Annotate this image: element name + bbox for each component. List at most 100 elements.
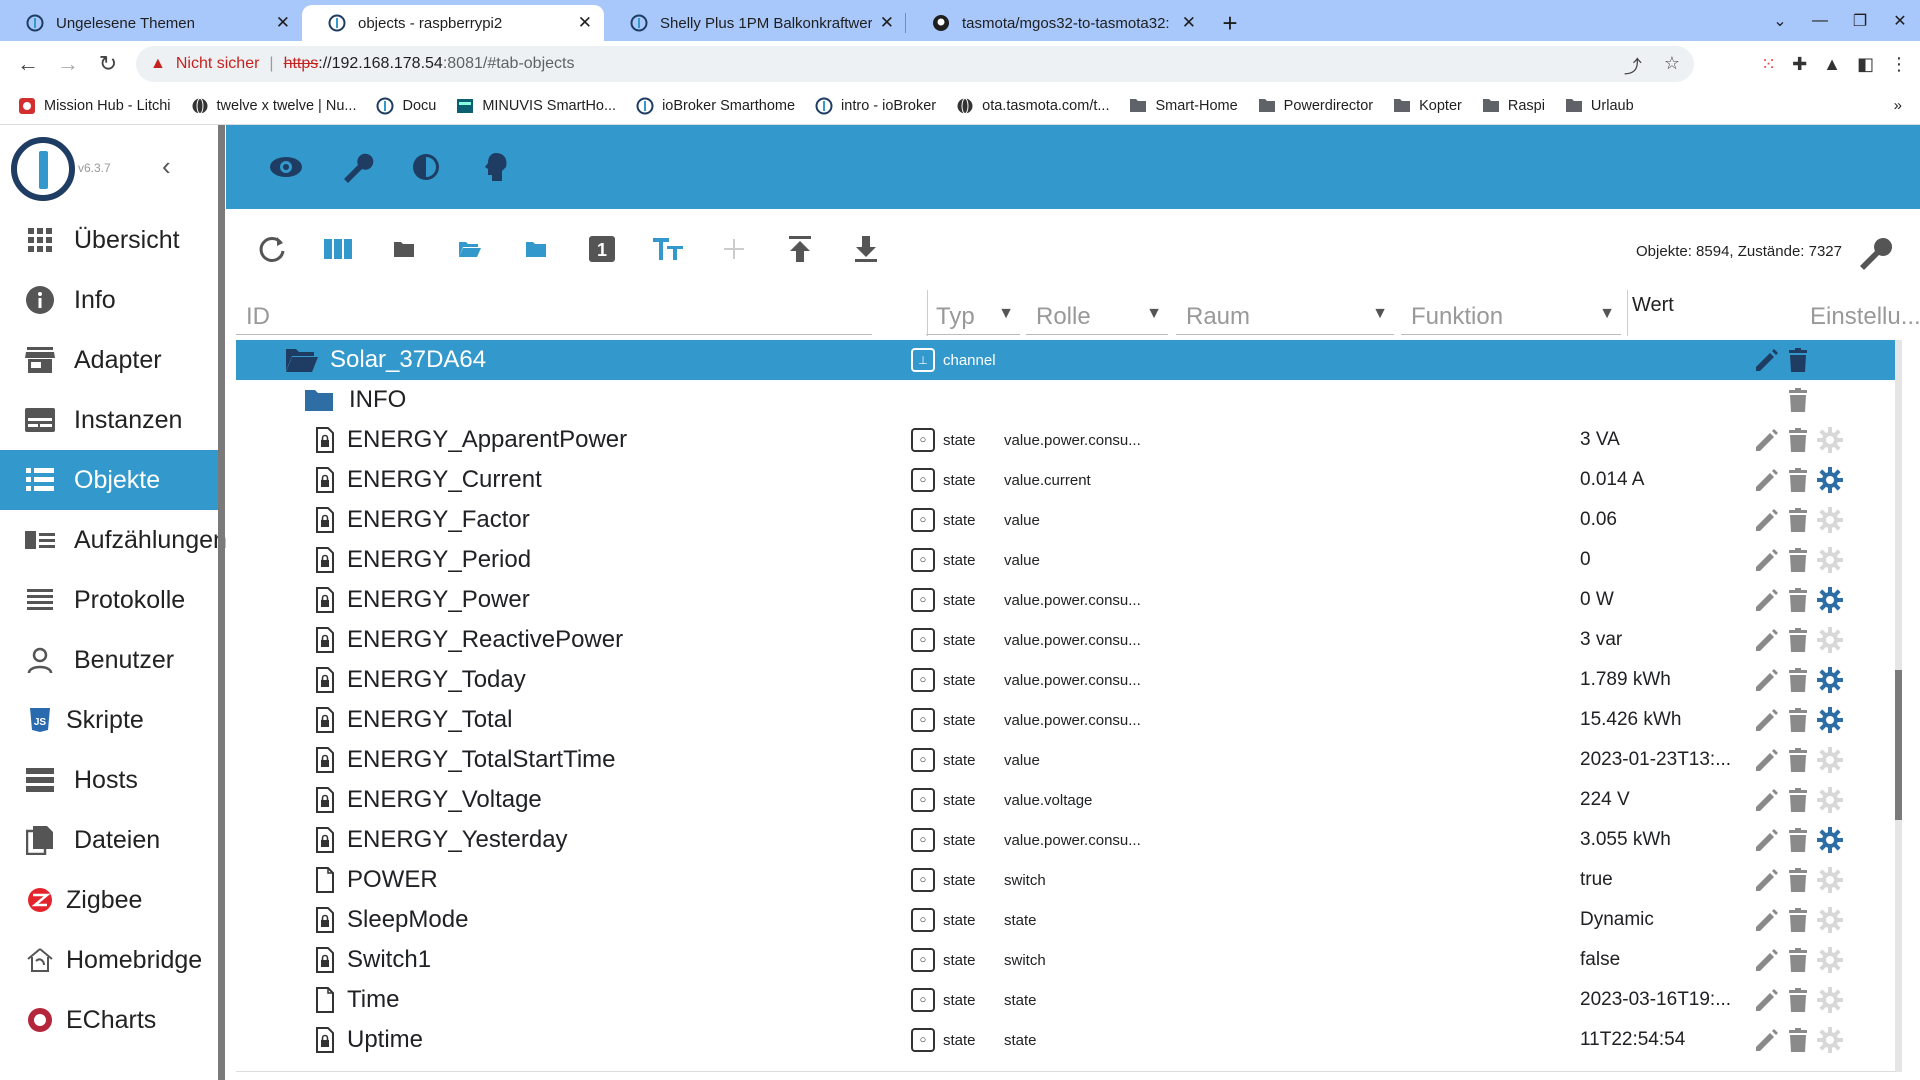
browser-tab[interactable]: Ungelesene Themen ✕	[0, 5, 302, 41]
custom-settings-gear-icon[interactable]	[1816, 906, 1844, 934]
sidebar-item-homebridge[interactable]: Homebridge	[0, 930, 218, 990]
object-value[interactable]: 0 W	[1580, 589, 1742, 611]
extensions-icon[interactable]: ✚	[1792, 54, 1807, 75]
edit-icon[interactable]	[1752, 826, 1780, 854]
function-filter[interactable]: Funktion ▼	[1401, 289, 1621, 335]
edit-icon[interactable]	[1752, 506, 1780, 534]
bookmark-item[interactable]: Kopter	[1393, 97, 1462, 115]
object-value[interactable]: 3 var	[1580, 629, 1742, 651]
delete-icon[interactable]	[1784, 546, 1812, 574]
bookmark-item[interactable]: twelve x twelve | Nu...	[191, 97, 356, 115]
role-filter[interactable]: Rolle ▼	[1026, 289, 1168, 335]
edit-icon[interactable]	[1752, 746, 1780, 774]
object-value[interactable]: 2023-03-16T19:...	[1580, 989, 1742, 1011]
bookmark-item[interactable]: MINUVIS SmartHo...	[456, 97, 616, 115]
object-value[interactable]: 0	[1580, 549, 1742, 571]
tree-row[interactable]: INFO	[236, 380, 1896, 420]
theme-icon[interactable]	[408, 149, 444, 185]
tree-row[interactable]: ENERGY_ApparentPower ○ state value.power.c…	[236, 420, 1896, 460]
tree-scrollbar[interactable]	[1895, 340, 1902, 1072]
custom-settings-gear-icon[interactable]	[1816, 986, 1844, 1014]
tree-row[interactable]: POWER ○ state switch true	[236, 860, 1896, 900]
edit-icon[interactable]	[1752, 706, 1780, 734]
object-value[interactable]: 3.055 kWh	[1580, 829, 1742, 851]
close-icon[interactable]: ✕	[276, 13, 290, 33]
tree-row[interactable]: ENERGY_Period ○ state value 0	[236, 540, 1896, 580]
text-size-icon[interactable]	[650, 231, 686, 267]
delete-icon[interactable]	[1784, 826, 1812, 854]
object-value[interactable]: 224 V	[1580, 789, 1742, 811]
tree-row[interactable]: ENERGY_Today ○ state value.power.consu... 1…	[236, 660, 1896, 700]
new-tab-button[interactable]: +	[1208, 5, 1252, 41]
folder-icon[interactable]	[386, 231, 422, 267]
columns-icon[interactable]	[320, 231, 356, 267]
sidebar-item-benutzer[interactable]: Benutzer	[0, 630, 218, 690]
one-icon[interactable]: 1	[584, 231, 620, 267]
sidebar-item-protokolle[interactable]: Protokolle	[0, 570, 218, 630]
settings-wrench-icon[interactable]	[1856, 234, 1894, 277]
eye-icon[interactable]	[268, 149, 304, 185]
bookmark-star-icon[interactable]: ☆	[1664, 53, 1680, 79]
object-value[interactable]: 0.014 A	[1580, 469, 1742, 491]
edit-icon[interactable]	[1752, 586, 1780, 614]
expand-all-icon[interactable]	[452, 231, 488, 267]
edit-icon[interactable]	[1752, 866, 1780, 894]
close-icon[interactable]: ✕	[880, 13, 894, 33]
sidebar-item-info[interactable]: Info	[0, 270, 218, 330]
bookmark-item[interactable]: Raspi	[1482, 97, 1545, 115]
delete-icon[interactable]	[1784, 506, 1812, 534]
bookmarks-overflow-icon[interactable]: »	[1894, 97, 1902, 114]
tree-row[interactable]: ENERGY_Current ○ state value.current 0.014 …	[236, 460, 1896, 500]
delete-icon[interactable]	[1784, 746, 1812, 774]
tree-row[interactable]: ENERGY_Power ○ state value.power.consu... 0…	[236, 580, 1896, 620]
refresh-icon[interactable]	[254, 231, 290, 267]
sidepanel-icon[interactable]: ◧	[1857, 54, 1874, 75]
collapse-all-icon[interactable]	[518, 231, 554, 267]
download-icon[interactable]	[848, 231, 884, 267]
bookmark-item[interactable]: Urlaub	[1565, 97, 1634, 115]
upload-icon[interactable]	[782, 231, 818, 267]
back-button[interactable]: ←	[8, 51, 48, 77]
tree-row[interactable]: ENERGY_ReactivePower ○ state value.power.c…	[236, 620, 1896, 660]
sidebar-item-adapter[interactable]: Adapter	[0, 330, 218, 390]
custom-settings-gear-icon[interactable]	[1816, 586, 1844, 614]
custom-settings-gear-icon[interactable]	[1816, 946, 1844, 974]
custom-settings-gear-icon[interactable]	[1816, 426, 1844, 454]
bookmark-item[interactable]: Mission Hub - Litchi	[18, 97, 171, 115]
type-filter[interactable]: Typ ▼	[926, 289, 1020, 335]
custom-settings-gear-icon[interactable]	[1816, 706, 1844, 734]
sidebar-item-hosts[interactable]: Hosts	[0, 750, 218, 810]
bookmark-item[interactable]: Docu	[376, 97, 436, 115]
iobroker-logo[interactable]	[11, 137, 75, 201]
delete-icon[interactable]	[1784, 586, 1812, 614]
browser-tab[interactable]: objects - raspberrypi2 ✕	[302, 5, 604, 41]
delete-icon[interactable]	[1784, 946, 1812, 974]
edit-icon[interactable]	[1752, 626, 1780, 654]
custom-settings-gear-icon[interactable]	[1816, 786, 1844, 814]
close-icon[interactable]: ✕	[578, 13, 592, 33]
object-value[interactable]: 0.06	[1580, 509, 1742, 531]
object-value[interactable]: 1.789 kWh	[1580, 669, 1742, 691]
delete-icon[interactable]	[1784, 1026, 1812, 1054]
custom-settings-gear-icon[interactable]	[1816, 626, 1844, 654]
delete-icon[interactable]	[1784, 986, 1812, 1014]
add-icon[interactable]	[716, 231, 752, 267]
delete-icon[interactable]	[1784, 626, 1812, 654]
tree-row[interactable]: ENERGY_Total ○ state value.power.consu... 1…	[236, 700, 1896, 740]
object-value[interactable]: 15.426 kWh	[1580, 709, 1742, 731]
object-value[interactable]: false	[1580, 949, 1742, 971]
id-filter[interactable]: ID	[236, 289, 872, 335]
object-value[interactable]: true	[1580, 869, 1742, 891]
delete-icon[interactable]	[1784, 786, 1812, 814]
reload-button[interactable]: ↻	[88, 51, 128, 77]
custom-settings-gear-icon[interactable]	[1816, 1026, 1844, 1054]
object-value[interactable]: 2023-01-23T13:...	[1580, 749, 1742, 771]
custom-settings-gear-icon[interactable]	[1816, 866, 1844, 894]
sidebar-item-echarts[interactable]: ECharts	[0, 990, 218, 1050]
address-bar[interactable]: ▲ Nicht sicher | https://192.168.178.54:…	[136, 46, 1694, 82]
tree-row[interactable]: Switch1 ○ state switch false	[236, 940, 1896, 980]
sidebar-item-zigbee[interactable]: Zigbee	[0, 870, 218, 930]
sidebar-item-aufz-hlungen[interactable]: Aufzählungen	[0, 510, 227, 570]
tree-row[interactable]: ENERGY_Voltage ○ state value.voltage 224 V	[236, 780, 1896, 820]
tree-row[interactable]: ENERGY_TotalStartTime ○ state value 2023-01…	[236, 740, 1896, 780]
